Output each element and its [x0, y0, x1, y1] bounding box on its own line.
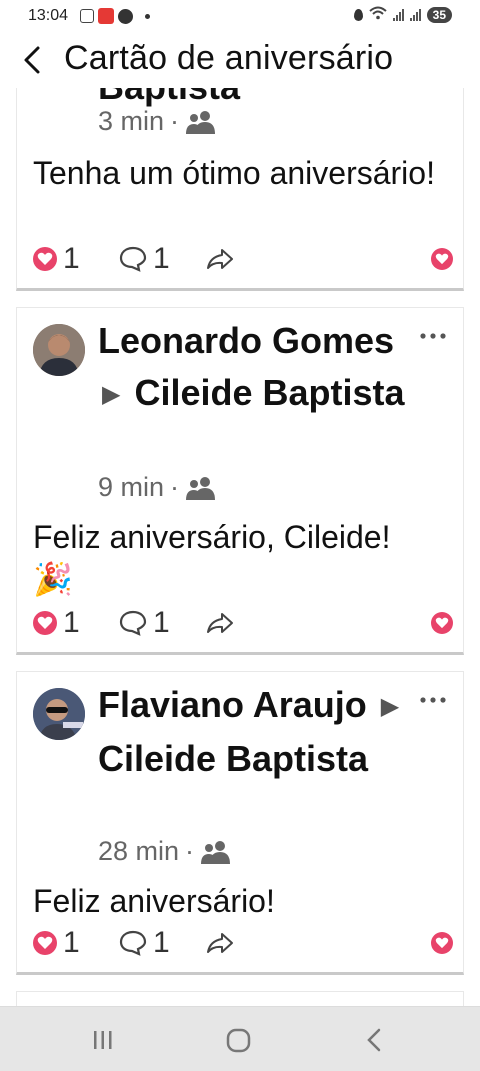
- comments-number: 1: [153, 242, 170, 275]
- post-author-name[interactable]: Leonardo Gomes: [98, 320, 394, 361]
- page-title: Cartão de aniversário: [64, 39, 394, 77]
- comment-button[interactable]: 1: [119, 926, 205, 960]
- comments-number: 1: [153, 926, 170, 959]
- post-meta: 3 min ·: [98, 106, 217, 137]
- status-time: 13:04: [28, 7, 69, 24]
- post-author: Flaviano Araujo ▶ Cileide Baptista: [98, 679, 418, 785]
- love-react-button[interactable]: [431, 248, 453, 270]
- comment-button[interactable]: 1: [119, 606, 205, 640]
- comment-button[interactable]: 1: [119, 242, 205, 276]
- post-text: Feliz aniversário, Cileide! 🎉: [33, 516, 453, 600]
- share-icon: [207, 249, 233, 269]
- reactions-number: 1: [63, 242, 80, 275]
- app-header: Cartão de aniversário: [0, 34, 480, 88]
- post-card: Leonardo Gomes ▶ Cileide Baptista 9 min …: [16, 307, 464, 655]
- post-author-name[interactable]: Flaviano Araujo: [98, 684, 367, 725]
- post-card: Flaviano Araujo ▶ Cileide Baptista 28 mi…: [16, 671, 464, 975]
- comment-icon: [119, 930, 147, 956]
- wifi-icon: [368, 6, 387, 23]
- reactions-count[interactable]: 1: [33, 242, 119, 276]
- feed[interactable]: Baptista 3 min · Tenha um ótimo aniversá…: [0, 88, 480, 1006]
- post-meta: 9 min ·: [98, 472, 217, 503]
- love-reaction-icon: [33, 247, 57, 271]
- to-arrow-icon: ▶: [380, 693, 400, 721]
- post-actions: 1 1: [33, 606, 453, 640]
- location-icon: [353, 8, 363, 21]
- reactions-count[interactable]: 1: [33, 926, 119, 960]
- avatar[interactable]: [33, 688, 85, 740]
- comment-icon: [119, 246, 147, 272]
- home-icon[interactable]: [224, 1025, 254, 1055]
- signal-icon: [392, 8, 404, 21]
- meta-separator: ·: [170, 472, 180, 502]
- love-reaction-icon: [33, 611, 57, 635]
- share-button[interactable]: [205, 931, 235, 955]
- comment-icon: [119, 610, 147, 636]
- post-author: Leonardo Gomes ▶ Cileide Baptista: [98, 315, 418, 421]
- app-notification-icon: [98, 8, 114, 24]
- meta-separator: ·: [170, 106, 180, 136]
- reactions-number: 1: [63, 606, 80, 639]
- more-notifications-icon: [145, 13, 150, 19]
- notification-icons: [80, 8, 150, 24]
- love-react-button[interactable]: [431, 932, 453, 954]
- to-arrow-icon: ▶: [102, 381, 121, 409]
- post-card: Baptista 3 min · Tenha um ótimo aniversá…: [16, 88, 464, 291]
- love-react-button[interactable]: [431, 612, 453, 634]
- signal-icon-2: [409, 8, 421, 21]
- share-button[interactable]: [205, 611, 235, 635]
- friends-icon: [200, 840, 232, 864]
- system-icons: 35: [353, 6, 452, 23]
- back-arrow-icon[interactable]: [18, 42, 48, 78]
- post-text: Tenha um ótimo aniversário!: [33, 155, 435, 191]
- comments-number: 1: [153, 606, 170, 639]
- post-actions: 1 1: [33, 926, 453, 960]
- post-text-content: Feliz aniversário, Cileide!: [33, 519, 391, 555]
- party-popper-emoji: 🎉: [33, 561, 73, 597]
- share-button[interactable]: [205, 247, 235, 271]
- battery-icon: 35: [426, 6, 452, 23]
- post-target-name[interactable]: Cileide Baptista: [134, 372, 404, 413]
- post-actions: 1 1: [33, 242, 453, 276]
- more-options-icon[interactable]: [419, 328, 447, 339]
- meta-separator: ·: [185, 836, 195, 866]
- post-card: [16, 991, 464, 1006]
- messenger-icon: [118, 8, 133, 24]
- recent-apps-icon[interactable]: [88, 1025, 118, 1055]
- screenshot-icon: [80, 9, 94, 23]
- post-target-name[interactable]: Cileide Baptista: [98, 738, 368, 779]
- status-bar: 13:04 35: [0, 0, 480, 34]
- post-time[interactable]: 28 min: [98, 836, 179, 867]
- love-reaction-icon: [33, 931, 57, 955]
- post-text: Feliz aniversário!: [33, 883, 275, 919]
- post-time[interactable]: 3 min: [98, 106, 164, 137]
- post-time[interactable]: 9 min: [98, 472, 164, 503]
- avatar[interactable]: [33, 324, 85, 376]
- friends-icon: [185, 476, 217, 500]
- reactions-count[interactable]: 1: [33, 606, 119, 640]
- reactions-number: 1: [63, 926, 80, 959]
- more-options-icon[interactable]: [419, 692, 447, 703]
- system-navigation-bar: [0, 1006, 480, 1071]
- share-icon: [207, 613, 233, 633]
- back-icon[interactable]: [360, 1025, 390, 1055]
- share-icon: [207, 933, 233, 953]
- post-meta: 28 min ·: [98, 836, 232, 867]
- post-author-name[interactable]: Baptista: [98, 88, 240, 107]
- friends-icon: [185, 110, 217, 134]
